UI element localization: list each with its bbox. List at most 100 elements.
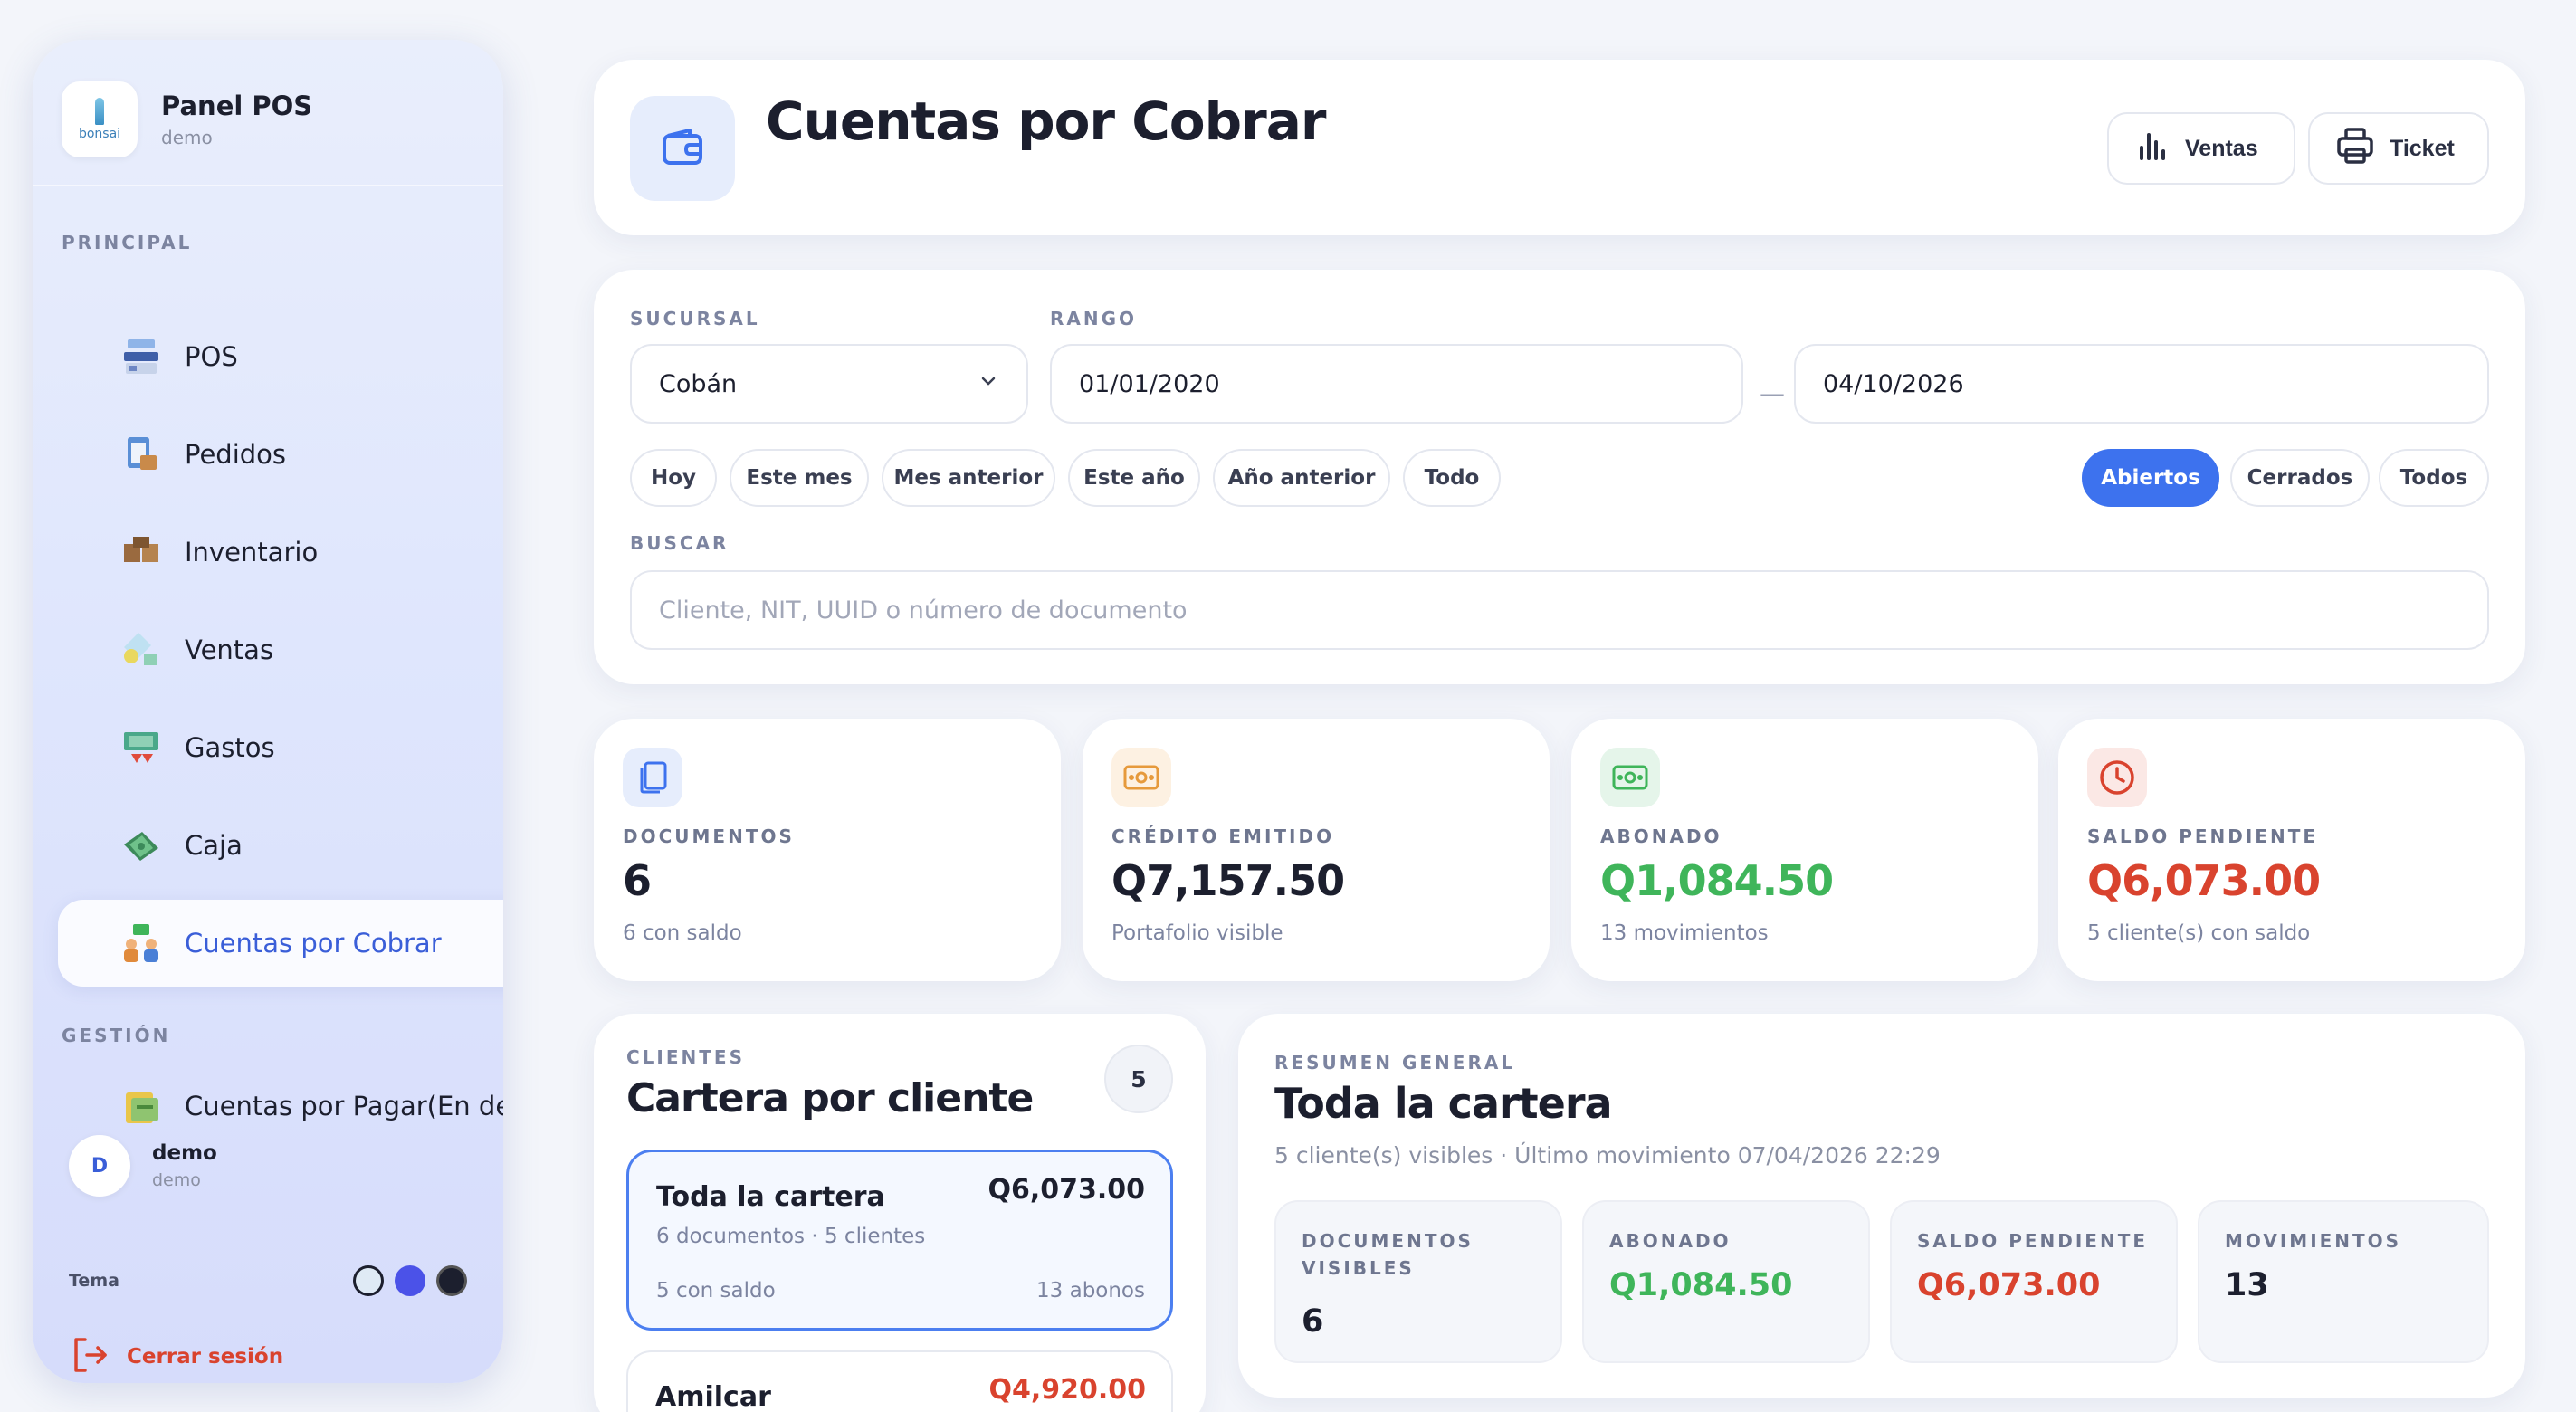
client-amount: Q4,920.00 xyxy=(988,1374,1146,1406)
theme-dark-option[interactable] xyxy=(436,1265,467,1296)
brand: bonsai Panel POS demo xyxy=(62,81,312,157)
brand-title: Panel POS xyxy=(161,91,313,121)
summary-label: RESUMEN GENERAL xyxy=(1274,1052,1516,1073)
branch-value: Cobán xyxy=(659,369,738,398)
chip-todo[interactable]: Todo xyxy=(1403,449,1501,507)
section-label-principal: PRINCIPAL xyxy=(62,232,193,253)
avatar: D xyxy=(69,1135,130,1197)
printer-icon xyxy=(2335,126,2375,172)
sales-button[interactable]: Ventas xyxy=(2107,112,2295,185)
branch-select[interactable]: Cobán xyxy=(630,344,1028,424)
sidebar-item-label: Pedidos xyxy=(185,439,287,470)
chip-ano-anterior[interactable]: Año anterior xyxy=(1213,449,1390,507)
status-todos[interactable]: Todos xyxy=(2379,449,2489,507)
stat-card-credito-emitido: CRÉDITO EMITIDO Q7,157.50 Portafolio vis… xyxy=(1083,719,1550,981)
logout-label: Cerrar sesión xyxy=(127,1345,284,1369)
date-to-field[interactable]: 04/10/2026 xyxy=(1794,344,2489,424)
user-profile[interactable]: D demo demo xyxy=(69,1135,217,1197)
clients-panel: CLIENTES Cartera por cliente 5 Toda la c… xyxy=(594,1014,1206,1412)
theme-selector: Tema xyxy=(69,1265,467,1296)
client-name: Toda la cartera xyxy=(656,1181,885,1213)
cash-icon xyxy=(1600,748,1660,807)
stat-label: SALDO PENDIENTE xyxy=(2087,825,2318,847)
clients-count-badge: 5 xyxy=(1104,1045,1173,1113)
people-money-icon xyxy=(119,921,163,965)
clock-icon xyxy=(2087,748,2147,807)
metric-label: ABONADO xyxy=(1609,1230,1732,1252)
metric-value: 13 xyxy=(2225,1267,2269,1303)
sidebar-item-cuentas-por-cobrar[interactable]: Cuentas por Cobrar xyxy=(58,900,503,987)
theme-light-option[interactable] xyxy=(353,1265,384,1296)
sidebar-item-label: Ventas xyxy=(185,634,274,665)
stat-card-abonado: ABONADO Q1,084.50 13 movimientos xyxy=(1571,719,2038,981)
metric-label: DOCUMENTOS VISIBLES xyxy=(1302,1230,1474,1279)
search-label: BUSCAR xyxy=(630,532,730,554)
search-input[interactable]: Cliente, NIT, UUID o número de documento xyxy=(630,570,2489,650)
stat-sub: 6 con saldo xyxy=(623,921,742,945)
section-label-gestion: GESTIÓN xyxy=(62,1025,171,1046)
banknote-icon xyxy=(1111,748,1171,807)
stat-value: Q6,073.00 xyxy=(2087,856,2321,905)
sidebar-item-pedidos[interactable]: Pedidos xyxy=(58,411,503,498)
date-to-value: 04/10/2026 xyxy=(1823,369,1964,398)
sidebar-item-label: Inventario xyxy=(185,537,319,568)
filters-panel: SUCURSAL RANGO Cobán 01/01/2020 — 04/10/… xyxy=(594,270,2525,684)
metric-abonado: ABONADO Q1,084.50 xyxy=(1582,1200,1870,1363)
clients-title: Cartera por cliente xyxy=(626,1075,1034,1121)
date-from-field[interactable]: 01/01/2020 xyxy=(1050,344,1743,424)
clipboard-box-icon xyxy=(119,433,163,476)
sales-tag-icon xyxy=(119,628,163,672)
client-amount: Q6,073.00 xyxy=(987,1174,1145,1206)
metric-value: Q1,084.50 xyxy=(1609,1267,1793,1303)
client-item-amilcar[interactable]: Amilcar Q4,920.00 xyxy=(626,1350,1173,1412)
client-item-toda-la-cartera[interactable]: Toda la cartera Q6,073.00 6 documentos ·… xyxy=(626,1150,1173,1331)
stat-label: ABONADO xyxy=(1600,825,1722,847)
theme-indigo-option[interactable] xyxy=(395,1265,425,1296)
chip-mes-anterior[interactable]: Mes anterior xyxy=(882,449,1055,507)
summary-title: Toda la cartera xyxy=(1274,1079,1613,1128)
page-header: Cuentas por Cobrar Ventas Ticket xyxy=(594,60,2525,235)
logout-button[interactable]: Cerrar sesión xyxy=(69,1334,283,1379)
user-name: demo xyxy=(152,1141,217,1165)
stat-label: CRÉDITO EMITIDO xyxy=(1111,825,1335,847)
sidebar-item-label: Gastos xyxy=(185,732,275,763)
logo-text: bonsai xyxy=(78,127,121,141)
range-label: RANGO xyxy=(1050,308,1138,329)
ticket-button[interactable]: Ticket xyxy=(2308,112,2489,185)
metric-saldo-pendiente: SALDO PENDIENTE Q6,073.00 xyxy=(1890,1200,2178,1363)
metric-label: SALDO PENDIENTE xyxy=(1917,1230,2148,1252)
sidebar-item-ventas[interactable]: Ventas xyxy=(58,606,503,693)
bills-icon xyxy=(119,1084,163,1128)
stat-sub: 13 movimientos xyxy=(1600,921,1769,945)
theme-label: Tema xyxy=(69,1271,119,1291)
chevron-down-icon xyxy=(978,370,999,398)
metric-documentos-visibles: DOCUMENTOS VISIBLES 6 xyxy=(1274,1200,1562,1363)
sidebar-item-inventario[interactable]: Inventario xyxy=(58,509,503,596)
chip-hoy[interactable]: Hoy xyxy=(630,449,717,507)
documents-icon xyxy=(623,748,682,807)
chip-este-ano[interactable]: Este año xyxy=(1068,449,1200,507)
stat-value: Q1,084.50 xyxy=(1600,856,1834,905)
sidebar-item-label: Cuentas por Pagar(En desarrollo) xyxy=(185,1091,503,1121)
stat-value: Q7,157.50 xyxy=(1111,856,1345,905)
wallet-icon xyxy=(630,96,735,201)
summary-panel: RESUMEN GENERAL Toda la cartera 5 client… xyxy=(1238,1014,2525,1398)
stat-value: 6 xyxy=(623,856,652,905)
cash-money-icon xyxy=(119,824,163,867)
brand-subtitle: demo xyxy=(161,127,213,148)
chip-este-mes[interactable]: Este mes xyxy=(730,449,869,507)
expenses-icon xyxy=(119,726,163,769)
sidebar-item-gastos[interactable]: Gastos xyxy=(58,704,503,791)
metric-value: 6 xyxy=(1302,1303,1324,1340)
sidebar: bonsai Panel POS demo PRINCIPAL POS Pedi… xyxy=(33,40,503,1383)
sidebar-item-label: Caja xyxy=(185,830,243,861)
sidebar-item-caja[interactable]: Caja xyxy=(58,802,503,889)
status-abiertos[interactable]: Abiertos xyxy=(2082,449,2219,507)
sidebar-item-pos[interactable]: POS xyxy=(58,313,503,400)
sidebar-item-label: POS xyxy=(185,341,238,372)
boxes-icon xyxy=(119,530,163,574)
logout-icon xyxy=(69,1334,110,1379)
divider xyxy=(33,185,503,186)
date-from-value: 01/01/2020 xyxy=(1079,369,1220,398)
status-cerrados[interactable]: Cerrados xyxy=(2230,449,2370,507)
